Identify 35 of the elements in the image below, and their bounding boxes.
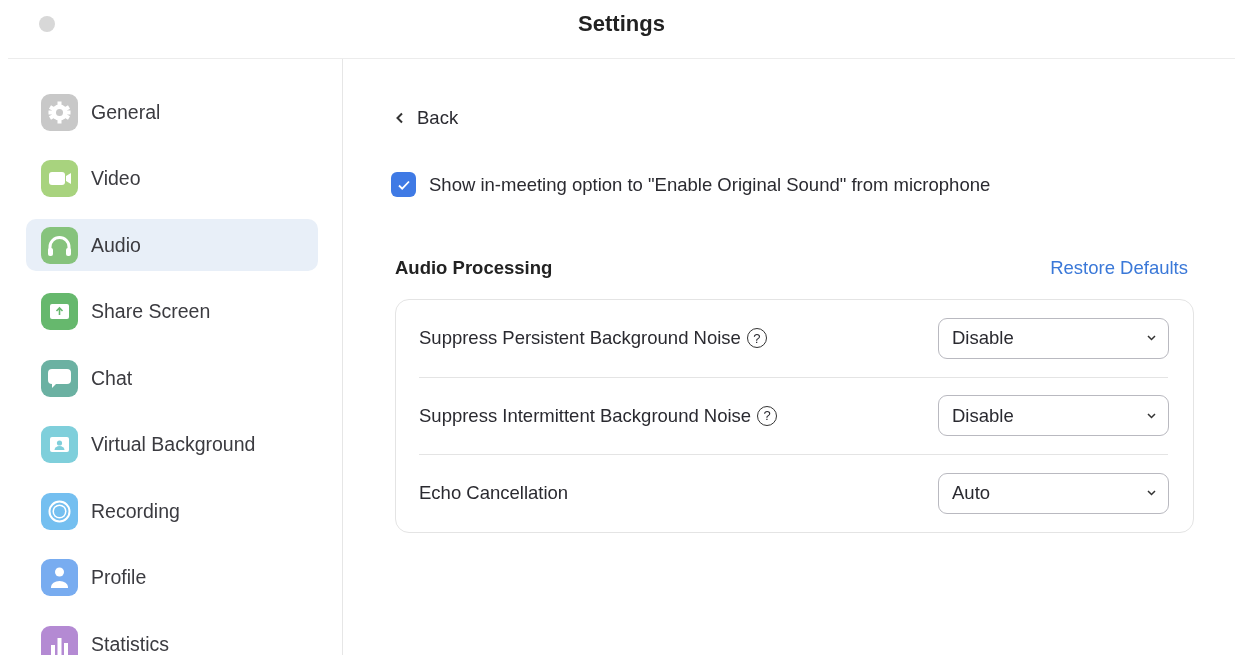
setting-label: Suppress Intermittent Background Noise xyxy=(419,404,752,427)
dropdown[interactable]: Disable xyxy=(938,317,1169,359)
record-icon xyxy=(41,492,78,530)
share-screen-icon xyxy=(41,293,78,330)
window-title: Settings xyxy=(578,11,665,37)
sidebar-item[interactable]: Recording xyxy=(26,485,318,537)
section-heading: Audio Processing xyxy=(395,257,553,279)
sidebar-item[interactable]: Audio xyxy=(26,219,318,271)
chevron-down-icon xyxy=(1147,490,1156,497)
dropdown[interactable]: Disable xyxy=(938,395,1169,437)
sidebar-item[interactable]: Statistics xyxy=(26,618,318,655)
bar-chart-icon xyxy=(41,625,78,655)
back-link[interactable]: Back xyxy=(395,105,459,131)
sidebar-item[interactable]: General xyxy=(26,86,318,138)
sidebar-item[interactable]: Chat xyxy=(26,352,318,404)
setting-label: Suppress Persistent Background Noise xyxy=(419,327,741,350)
gear-icon xyxy=(41,93,78,131)
back-link-text[interactable]: Back xyxy=(417,107,459,129)
chevron-down-icon xyxy=(1147,335,1156,342)
sidebar-item[interactable]: Virtual Background xyxy=(26,418,318,471)
checkbox[interactable] xyxy=(391,172,416,197)
sidebar-item[interactable]: Profile xyxy=(26,551,318,604)
chat-bubble-icon xyxy=(41,359,78,397)
chevron-down-icon xyxy=(1147,412,1156,419)
sidebar-item[interactable]: Share Screen xyxy=(26,285,318,338)
person-icon xyxy=(41,559,78,596)
dropdown[interactable]: Auto xyxy=(938,472,1169,514)
sidebar-item[interactable]: Video xyxy=(26,152,318,205)
headphones-icon xyxy=(41,226,78,264)
person-card-icon xyxy=(41,426,78,463)
video-camera-icon xyxy=(41,160,78,197)
chevron-left-icon xyxy=(395,112,405,124)
checkbox-label: Show in-meeting option to "Enable Original Sound" from microphone xyxy=(429,173,991,196)
restore-defaults-link[interactable]: Restore Defaults xyxy=(1050,257,1188,279)
setting-label: Echo Cancellation xyxy=(419,482,569,505)
